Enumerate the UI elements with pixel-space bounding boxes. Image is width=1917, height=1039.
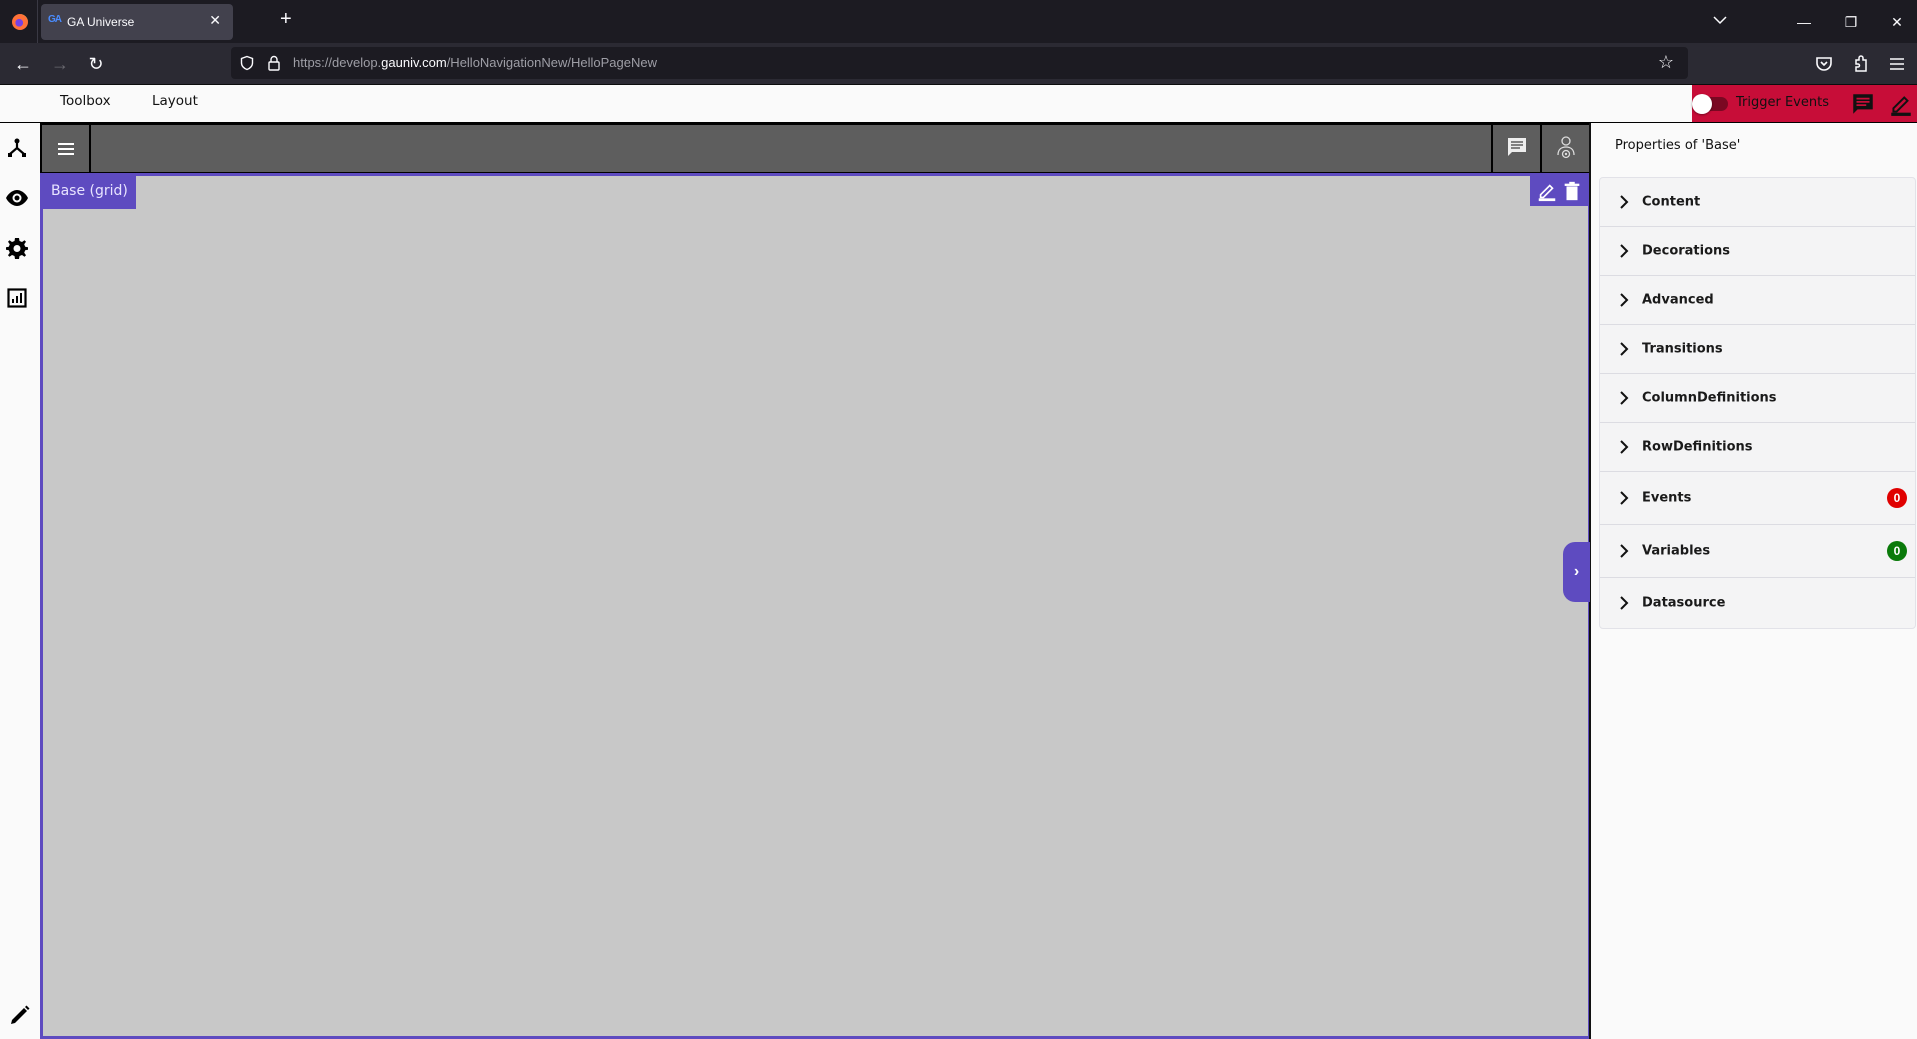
section-variables[interactable]: Variables 0	[1600, 525, 1915, 578]
pocket-icon[interactable]	[1812, 52, 1836, 76]
section-transitions[interactable]: Transitions	[1600, 325, 1915, 374]
properties-panel: Properties of 'Base' Content Decorations…	[1593, 123, 1917, 1039]
chevron-right-icon	[1620, 244, 1629, 258]
divider	[37, 0, 38, 43]
section-label: Transitions	[1642, 341, 1723, 357]
chevron-right-icon	[1620, 491, 1629, 505]
panel-toggle-chevron-right-icon[interactable]: ›	[1563, 542, 1590, 602]
firefox-logo-icon[interactable]	[12, 14, 28, 30]
trash-icon[interactable]	[1561, 180, 1583, 202]
ga-favicon-icon: GA	[48, 14, 62, 25]
hamburger-menu-button[interactable]	[42, 125, 91, 172]
chevron-right-icon	[1620, 596, 1629, 610]
section-label: RowDefinitions	[1642, 439, 1753, 455]
app-menu-icon[interactable]	[1885, 52, 1909, 76]
restore-icon[interactable]: ❐	[1839, 10, 1863, 34]
section-datasource[interactable]: Datasource	[1600, 578, 1915, 628]
menu-layout[interactable]: Layout	[152, 93, 198, 109]
url-prefix: https://develop.	[293, 55, 382, 70]
extensions-icon[interactable]	[1849, 52, 1873, 76]
trigger-events-panel: Trigger Events	[1692, 85, 1917, 122]
analytics-icon[interactable]	[5, 286, 29, 310]
user-gear-icon	[1557, 136, 1575, 159]
forward-arrow-icon[interactable]: →	[48, 52, 72, 76]
properties-title: Properties of 'Base'	[1615, 138, 1741, 153]
section-row-definitions[interactable]: RowDefinitions	[1600, 423, 1915, 472]
events-count-badge: 0	[1887, 488, 1907, 508]
hamburger-icon	[58, 143, 74, 155]
gear-icon[interactable]	[5, 236, 29, 260]
variables-count-badge: 0	[1887, 541, 1907, 561]
lock-icon[interactable]	[266, 55, 282, 71]
url-path: /HelloNavigationNew/HelloPageNew	[446, 55, 657, 70]
chevron-right-icon	[1620, 293, 1629, 307]
section-content[interactable]: Content	[1600, 178, 1915, 227]
eye-icon[interactable]	[5, 186, 29, 210]
toggle-knob	[1692, 94, 1712, 114]
user-settings-button[interactable]	[1540, 125, 1589, 172]
bookmark-star-icon[interactable]: ☆	[1658, 52, 1674, 73]
trigger-events-toggle[interactable]	[1692, 94, 1730, 114]
browser-tab[interactable]: GA GA Universe ✕	[41, 4, 233, 40]
trigger-events-label: Trigger Events	[1736, 95, 1829, 110]
comment-icon[interactable]	[1850, 91, 1876, 117]
window-close-icon[interactable]: ✕	[1885, 10, 1909, 34]
pencil-icon[interactable]	[8, 1003, 32, 1027]
comment-icon	[1508, 138, 1526, 156]
reload-icon[interactable]: ↻	[84, 52, 108, 76]
section-column-definitions[interactable]: ColumnDefinitions	[1600, 374, 1915, 423]
back-arrow-icon[interactable]: ←	[11, 52, 35, 76]
tab-title: GA Universe	[67, 15, 135, 29]
section-label: Variables	[1642, 543, 1711, 559]
section-decorations[interactable]: Decorations	[1600, 227, 1915, 276]
chevron-right-icon	[1620, 391, 1629, 405]
browser-tab-bar: GA GA Universe ✕ + — ❐ ✕	[0, 0, 1917, 43]
edit-icon[interactable]	[1536, 180, 1558, 202]
minimize-icon[interactable]: —	[1792, 10, 1816, 34]
tab-close-icon[interactable]: ✕	[209, 12, 221, 29]
section-label: Content	[1642, 194, 1701, 210]
section-label: Decorations	[1642, 243, 1731, 259]
chevron-right-icon	[1620, 342, 1629, 356]
menu-toolbox[interactable]: Toolbox	[60, 93, 111, 109]
chevron-right-icon	[1620, 544, 1629, 558]
browser-nav-bar: ← → ↻ https://develop.gauniv.com/HelloNa…	[0, 43, 1917, 85]
comments-button[interactable]	[1491, 125, 1540, 172]
chevron-right-icon	[1620, 440, 1629, 454]
canvas-toolbar	[40, 123, 1591, 173]
element-actions	[1530, 176, 1588, 206]
url-text[interactable]: https://develop.gauniv.com/HelloNavigati…	[293, 55, 657, 70]
section-label: Datasource	[1642, 595, 1726, 611]
section-label: ColumnDefinitions	[1642, 390, 1777, 406]
app-header: Toolbox Layout Trigger Events	[0, 85, 1917, 123]
edit-pencil-icon[interactable]	[1888, 91, 1914, 117]
shield-icon[interactable]	[239, 55, 255, 71]
design-canvas[interactable]: Base (grid)	[40, 173, 1591, 1039]
section-label: Events	[1642, 490, 1692, 506]
list-all-tabs-icon[interactable]	[1712, 12, 1728, 28]
new-tab-button[interactable]: +	[280, 9, 292, 29]
url-domain: gauniv.com	[381, 55, 447, 70]
section-events[interactable]: Events 0	[1600, 472, 1915, 525]
chevron-right-icon	[1620, 195, 1629, 209]
properties-accordion: Content Decorations Advanced Transitions…	[1599, 177, 1916, 629]
url-bar[interactable]: https://develop.gauniv.com/HelloNavigati…	[231, 47, 1688, 79]
hierarchy-icon[interactable]	[5, 136, 29, 160]
selected-element-label[interactable]: Base (grid)	[43, 176, 136, 209]
section-advanced[interactable]: Advanced	[1600, 276, 1915, 325]
section-label: Advanced	[1642, 292, 1714, 308]
